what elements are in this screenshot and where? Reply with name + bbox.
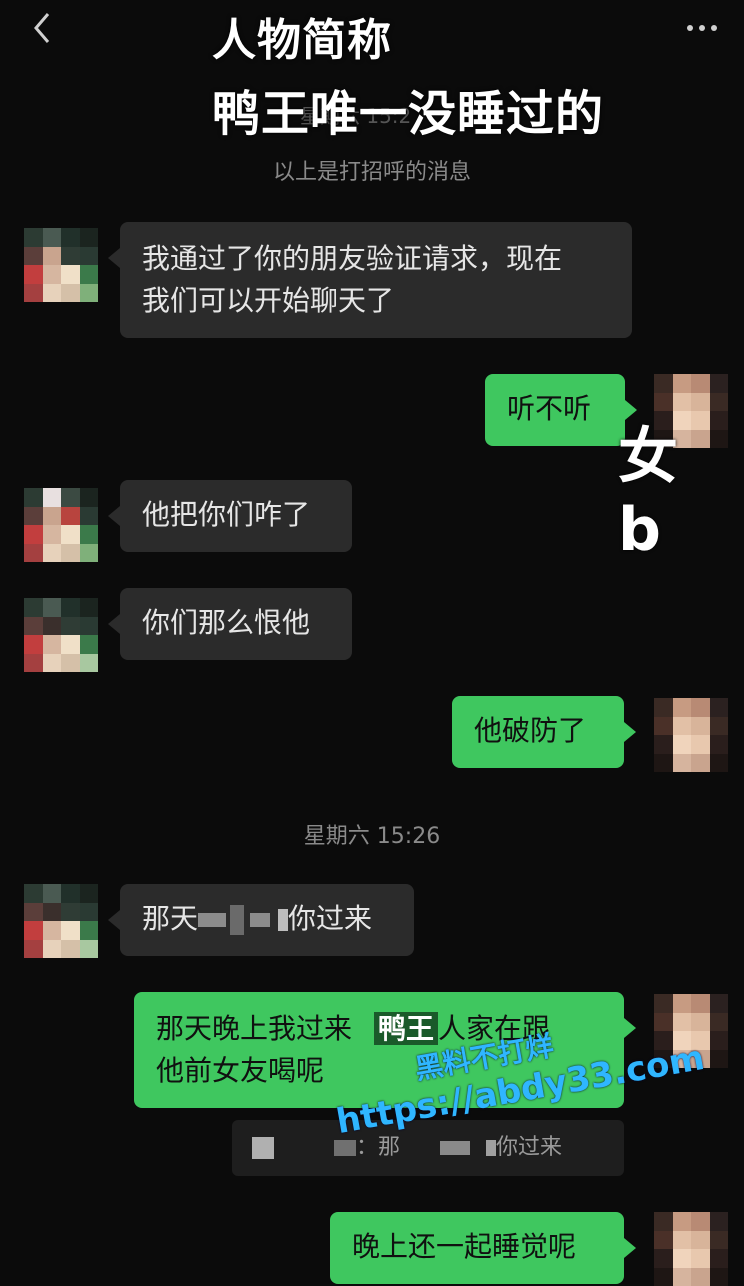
redaction-mosaic	[440, 1141, 471, 1155]
overlay-side-text: 女 b	[618, 422, 682, 565]
message-received[interactable]: 我通过了你的朋友验证请求，现在 我们可以开始聊天了	[108, 222, 632, 338]
message-text: 晚上还一起睡觉呢	[352, 1230, 577, 1263]
redaction-mosaic	[230, 905, 245, 935]
message-received[interactable]: 那天 你过来	[108, 884, 414, 956]
overlay-caption-line1: 人物简称	[212, 15, 392, 66]
more-dot-icon	[687, 25, 693, 31]
redaction-mosaic	[252, 1137, 274, 1159]
message-text: 那天晚上我过来	[156, 1012, 353, 1045]
message-text: 他把你们咋了	[142, 498, 311, 531]
timestamp: 星期六 15:26	[303, 824, 441, 849]
message-sent[interactable]: 晚上还一起睡觉呢	[330, 1212, 636, 1284]
avatar[interactable]	[654, 1212, 728, 1286]
avatar[interactable]	[24, 228, 98, 302]
chevron-left-icon	[34, 13, 50, 43]
avatar[interactable]	[24, 884, 98, 958]
avatar[interactable]	[24, 488, 98, 562]
more-button[interactable]	[678, 14, 726, 42]
message-line: 我们可以开始聊天了	[142, 284, 395, 317]
redaction-mosaic	[250, 913, 271, 927]
redaction-mosaic	[334, 1140, 356, 1156]
message-text: 他破防了	[474, 714, 587, 747]
message-received[interactable]: 他把你们咋了	[108, 480, 352, 552]
message-received[interactable]: 你们那么恨他	[108, 588, 352, 660]
more-dot-icon	[711, 25, 717, 31]
redaction-mosaic	[486, 1140, 497, 1156]
avatar[interactable]	[654, 698, 728, 772]
quote-text-after: 你过来	[496, 1135, 563, 1160]
more-dot-icon	[699, 25, 705, 31]
message-sent[interactable]: 他破防了	[452, 696, 636, 768]
back-button[interactable]	[22, 8, 62, 48]
message-text-after: 你过来	[288, 902, 373, 935]
redaction-mosaic	[278, 909, 289, 931]
message-text: 你们那么恨他	[142, 606, 311, 639]
avatar[interactable]	[24, 598, 98, 672]
redaction-mosaic	[198, 913, 227, 927]
message-text-before: 那天	[142, 902, 199, 935]
message-line: 我通过了你的朋友验证请求，现在	[142, 242, 563, 275]
greeting-note: 以上是打招呼的消息	[272, 160, 471, 185]
inline-overlay-label: 鸭王	[374, 1012, 439, 1045]
quote-text-before: ：那	[356, 1135, 401, 1160]
message-sent[interactable]: 听不听	[485, 374, 637, 446]
quoted-message[interactable]: ：那 你过来	[232, 1120, 624, 1176]
message-text: 听不听	[507, 392, 592, 425]
overlay-caption-line2: 鸭王唯一没睡过的	[212, 86, 605, 142]
